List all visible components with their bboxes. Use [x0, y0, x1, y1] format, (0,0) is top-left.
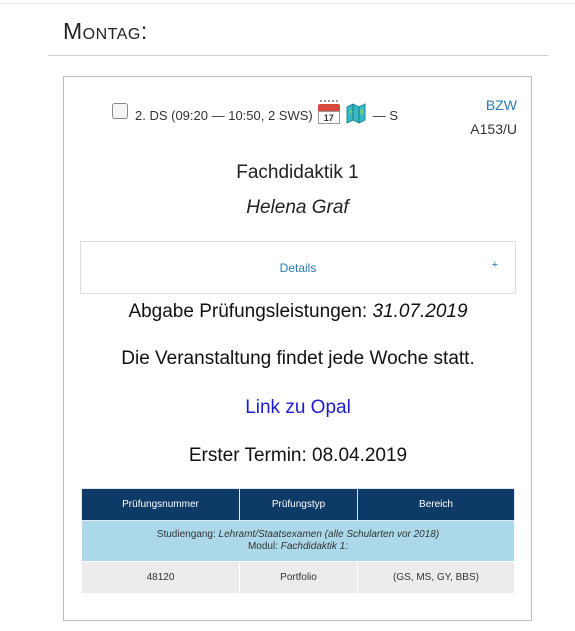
calendar-icon[interactable]: 17	[317, 100, 340, 124]
deadline-label: Abgabe Prüfungsleistungen:	[128, 301, 373, 322]
map-icon[interactable]	[346, 102, 366, 124]
header-exam-number: Prüfungsnummer	[81, 488, 240, 521]
modul-label: Modul:	[247, 541, 281, 552]
day-heading: Montag:	[63, 18, 148, 44]
select-checkbox[interactable]	[112, 103, 128, 119]
details-label[interactable]: Details	[81, 261, 515, 275]
slot-suffix: — S	[372, 107, 399, 123]
frequency-text: Die Veranstaltung findet jede Woche stat…	[121, 348, 475, 369]
header-exam-type: Prüfungstyp	[239, 488, 358, 521]
table-row: 48120 Portfolio (GS, MS, GY, BBS)	[81, 561, 515, 594]
first-date-text: Erster Termin: 08.04.2019	[188, 445, 408, 466]
exam-table: Prüfungsnummer Prüfungstyp Bereich Studi…	[81, 488, 515, 594]
lecturer-name: Helena Graf	[246, 197, 349, 218]
opal-link[interactable]: Link zu Opal	[80, 397, 516, 419]
studiengang-value: Lehramt/Staatsexamen (alle Schularten vo…	[218, 529, 440, 540]
course-title: Fachdidaktik 1	[236, 162, 359, 183]
building-link[interactable]: BZW	[486, 97, 517, 113]
details-panel[interactable]: Details +	[80, 241, 516, 294]
exam-number: 48120	[81, 561, 240, 594]
studiengang-label: Studiengang:	[156, 529, 219, 540]
room-number: A153/U	[470, 121, 517, 137]
program-info: Studiengang: Lehramt/Staatsexamen (alle …	[81, 520, 515, 562]
time-slot-text: 2. DS (09:20 — 10:50, 2 SWS)	[135, 107, 313, 123]
calendar-icon-day: 17	[317, 111, 340, 124]
expand-icon[interactable]: +	[492, 259, 498, 271]
deadline-date: 31.07.2019	[372, 301, 468, 322]
header-area: Bereich	[357, 488, 515, 521]
exam-area: (GS, MS, GY, BBS)	[357, 561, 515, 594]
top-divider	[0, 3, 575, 4]
modul-value: Fachdidaktik 1:	[280, 541, 349, 552]
exam-type: Portfolio	[239, 561, 358, 594]
day-divider	[48, 55, 548, 56]
deadline-text: Abgabe Prüfungsleistungen: 31.07.2019	[80, 301, 516, 323]
time-slot-row: 2. DS (09:20 — 10:50, 2 SWS) 17 — S	[112, 100, 398, 130]
